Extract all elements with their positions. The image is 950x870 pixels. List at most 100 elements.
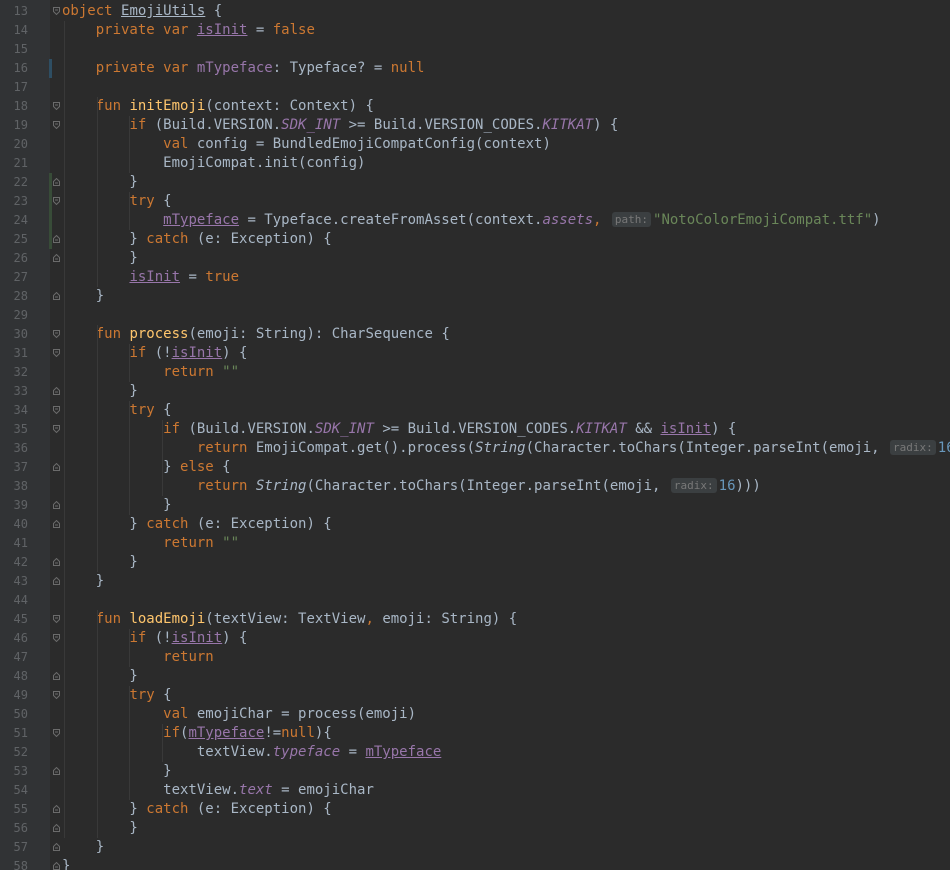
line-number[interactable]: 52 xyxy=(0,743,28,762)
code-text[interactable]: } xyxy=(62,382,137,401)
line-number[interactable]: 57 xyxy=(0,838,28,857)
line-number[interactable]: 33 xyxy=(0,382,28,401)
code-text[interactable]: } xyxy=(62,553,137,572)
code-line[interactable]: 54 textView.text = emojiChar xyxy=(0,781,950,800)
fold-close-icon[interactable] xyxy=(53,805,60,813)
code-line[interactable]: 30 fun process(emoji: String): CharSeque… xyxy=(0,325,950,344)
code-text[interactable]: } xyxy=(62,667,137,686)
code-text[interactable]: try { xyxy=(62,686,171,705)
line-number[interactable]: 41 xyxy=(0,534,28,553)
line-number[interactable]: 14 xyxy=(0,21,28,40)
code-text[interactable]: if(mTypeface!=null){ xyxy=(62,724,332,743)
code-text[interactable]: } xyxy=(62,762,171,781)
line-number[interactable]: 29 xyxy=(0,306,28,325)
code-line[interactable]: 28 } xyxy=(0,287,950,306)
code-line[interactable]: 19 if (Build.VERSION.SDK_INT >= Build.VE… xyxy=(0,116,950,135)
code-text[interactable]: textView.typeface = mTypeface xyxy=(62,743,441,762)
fold-open-icon[interactable] xyxy=(53,197,60,205)
code-editor[interactable]: 13 object EmojiUtils {14 private var isIn… xyxy=(0,0,950,870)
change-marker[interactable] xyxy=(49,230,52,249)
fold-close-icon[interactable] xyxy=(53,672,60,680)
fold-open-icon[interactable] xyxy=(53,406,60,414)
line-number[interactable]: 43 xyxy=(0,572,28,591)
code-line[interactable]: 58} xyxy=(0,857,950,870)
code-line[interactable]: 44 xyxy=(0,591,950,610)
fold-close-icon[interactable] xyxy=(53,178,60,186)
line-number[interactable]: 49 xyxy=(0,686,28,705)
line-number[interactable]: 37 xyxy=(0,458,28,477)
code-line[interactable]: 24 mTypeface = Typeface.createFromAsset(… xyxy=(0,211,950,230)
fold-open-icon[interactable] xyxy=(53,729,60,737)
line-number[interactable]: 21 xyxy=(0,154,28,173)
fold-open-icon[interactable] xyxy=(53,691,60,699)
line-number[interactable]: 30 xyxy=(0,325,28,344)
code-text[interactable]: return "" xyxy=(62,363,239,382)
line-number[interactable]: 17 xyxy=(0,78,28,97)
line-number[interactable]: 26 xyxy=(0,249,28,268)
code-line[interactable]: 51 if(mTypeface!=null){ xyxy=(0,724,950,743)
code-line[interactable]: 57 } xyxy=(0,838,950,857)
code-text[interactable]: } else { xyxy=(62,458,230,477)
code-line[interactable]: 41 return "" xyxy=(0,534,950,553)
line-number[interactable]: 13 xyxy=(0,2,28,21)
code-line[interactable]: 31 if (!isInit) { xyxy=(0,344,950,363)
code-line[interactable]: 13 object EmojiUtils { xyxy=(0,2,950,21)
code-line[interactable]: 23 try { xyxy=(0,192,950,211)
line-number[interactable]: 50 xyxy=(0,705,28,724)
code-text[interactable]: fun initEmoji(context: Context) { xyxy=(62,97,374,116)
code-text[interactable]: } xyxy=(62,819,137,838)
line-number[interactable]: 47 xyxy=(0,648,28,667)
code-line[interactable]: 46 if (!isInit) { xyxy=(0,629,950,648)
code-text[interactable]: EmojiCompat.init(config) xyxy=(62,154,365,173)
line-number[interactable]: 28 xyxy=(0,287,28,306)
line-number[interactable]: 40 xyxy=(0,515,28,534)
code-line[interactable]: 29 xyxy=(0,306,950,325)
line-number[interactable]: 55 xyxy=(0,800,28,819)
fold-close-icon[interactable] xyxy=(53,254,60,262)
line-number[interactable]: 34 xyxy=(0,401,28,420)
line-number[interactable]: 27 xyxy=(0,268,28,287)
code-line[interactable]: 50 val emojiChar = process(emoji) xyxy=(0,705,950,724)
code-text[interactable]: try { xyxy=(62,192,171,211)
code-line[interactable]: 15 xyxy=(0,40,950,59)
fold-close-icon[interactable] xyxy=(53,843,60,851)
code-text[interactable]: } xyxy=(62,496,171,515)
code-text[interactable]: } xyxy=(62,173,137,192)
code-line[interactable]: 53 } xyxy=(0,762,950,781)
code-text[interactable]: private var isInit = false xyxy=(62,21,315,40)
code-line[interactable]: 36 return EmojiCompat.get().process(Stri… xyxy=(0,439,950,458)
code-text[interactable]: } catch (e: Exception) { xyxy=(62,800,331,819)
line-number[interactable]: 58 xyxy=(0,857,28,870)
fold-open-icon[interactable] xyxy=(53,121,60,129)
fold-close-icon[interactable] xyxy=(53,387,60,395)
code-text[interactable]: } xyxy=(62,287,104,306)
code-text[interactable]: return xyxy=(62,648,214,667)
line-number[interactable]: 19 xyxy=(0,116,28,135)
code-line[interactable]: 21 EmojiCompat.init(config) xyxy=(0,154,950,173)
line-number[interactable]: 48 xyxy=(0,667,28,686)
code-line[interactable]: 49 try { xyxy=(0,686,950,705)
line-number[interactable]: 39 xyxy=(0,496,28,515)
code-text[interactable]: textView.text = emojiChar xyxy=(62,781,374,800)
line-number[interactable]: 24 xyxy=(0,211,28,230)
code-line[interactable]: 47 return xyxy=(0,648,950,667)
code-text[interactable]: fun process(emoji: String): CharSequence… xyxy=(62,325,450,344)
change-marker[interactable] xyxy=(49,173,52,192)
code-line[interactable]: 45 fun loadEmoji(textView: TextView, emo… xyxy=(0,610,950,629)
code-line[interactable]: 14 private var isInit = false xyxy=(0,21,950,40)
change-marker[interactable] xyxy=(49,211,52,230)
code-text[interactable]: val config = BundledEmojiCompatConfig(co… xyxy=(62,135,551,154)
line-number[interactable]: 25 xyxy=(0,230,28,249)
line-number[interactable]: 23 xyxy=(0,192,28,211)
line-number[interactable]: 44 xyxy=(0,591,28,610)
code-line[interactable]: 32 return "" xyxy=(0,363,950,382)
fold-open-icon[interactable] xyxy=(53,102,60,110)
code-text[interactable]: return String(Character.toChars(Integer.… xyxy=(62,477,761,496)
fold-open-icon[interactable] xyxy=(53,349,60,357)
code-text[interactable]: if (Build.VERSION.SDK_INT >= Build.VERSI… xyxy=(62,116,618,135)
line-number[interactable]: 53 xyxy=(0,762,28,781)
code-line[interactable]: 43 } xyxy=(0,572,950,591)
code-line[interactable]: 26 } xyxy=(0,249,950,268)
code-line[interactable]: 27 isInit = true xyxy=(0,268,950,287)
code-text[interactable]: return "" xyxy=(62,534,239,553)
